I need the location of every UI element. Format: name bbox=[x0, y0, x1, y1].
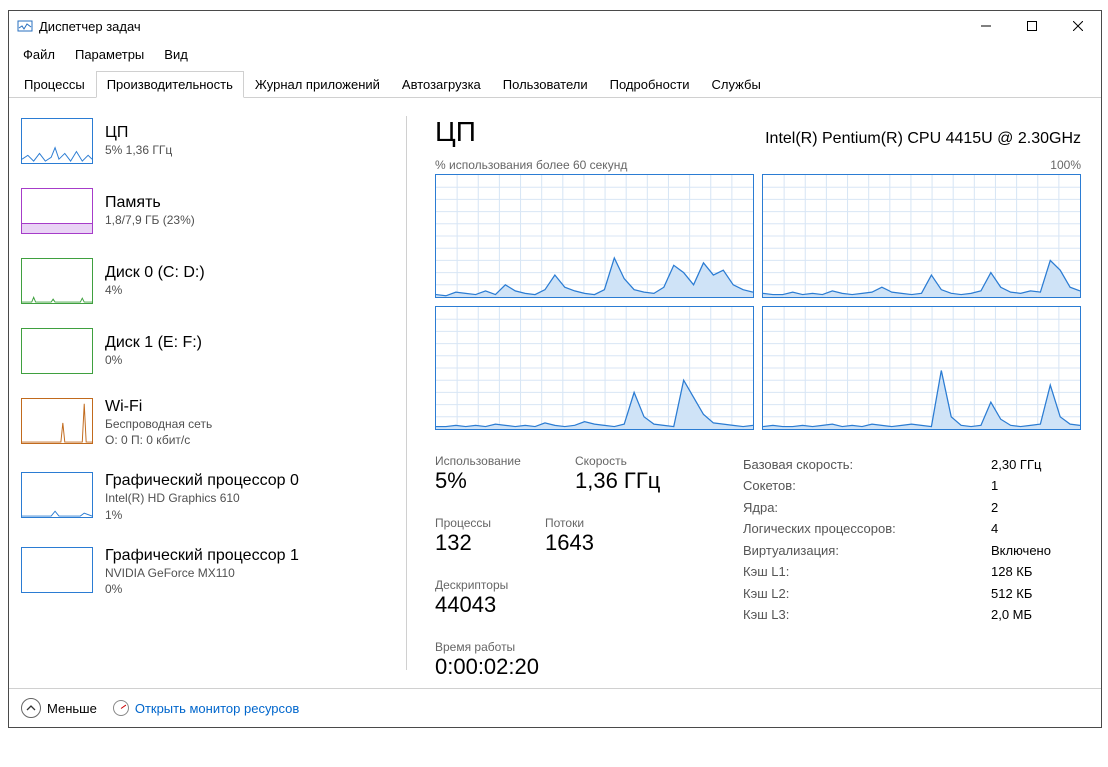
footer: Меньше Открыть монитор ресурсов bbox=[9, 688, 1101, 727]
open-resource-monitor-link[interactable]: Открыть монитор ресурсов bbox=[113, 700, 299, 716]
tab-processes[interactable]: Процессы bbox=[13, 71, 96, 98]
sidebar-item-sub: Беспроводная сеть О: 0 П: 0 кбит/с bbox=[105, 416, 212, 448]
sidebar-item-gpu1[interactable]: Графический процессор 1 NVIDIA GeForce M… bbox=[21, 545, 395, 599]
stat-value: 132 bbox=[435, 530, 505, 556]
content-area: ЦП 5% 1,36 ГГц Память 1,8/7,9 ГБ (23%) Д… bbox=[9, 98, 1101, 688]
tab-users[interactable]: Пользователи bbox=[492, 71, 599, 98]
stat-value: Включено bbox=[991, 540, 1081, 561]
app-icon bbox=[17, 18, 33, 34]
stat-value: 0:00:02:20 bbox=[435, 654, 695, 680]
sidebar-item-gpu0[interactable]: Графический процессор 0 Intel(R) HD Grap… bbox=[21, 470, 395, 524]
stat-label: Дескрипторы bbox=[435, 578, 535, 592]
minimize-button[interactable] bbox=[963, 11, 1009, 41]
stat-label: Потоки bbox=[545, 516, 615, 530]
sidebar-item-label: Графический процессор 1 bbox=[105, 547, 299, 565]
stat-value: 44043 bbox=[435, 592, 535, 618]
tab-performance[interactable]: Производительность bbox=[96, 71, 244, 98]
cpu-core-graph-1 bbox=[762, 174, 1081, 298]
sidebar-item-sub: 1,8/7,9 ГБ (23%) bbox=[105, 212, 195, 228]
chevron-up-icon bbox=[21, 698, 41, 718]
tab-services[interactable]: Службы bbox=[701, 71, 772, 98]
stat-label: Процессы bbox=[435, 516, 505, 530]
close-button[interactable] bbox=[1055, 11, 1101, 41]
stat-value: 1,36 ГГц bbox=[575, 468, 675, 494]
stat-label: Сокетов: bbox=[743, 475, 796, 496]
stat-value: 4 bbox=[991, 518, 1081, 539]
stat-label: Логических процессоров: bbox=[743, 518, 896, 539]
sidebar-item-sub: 4% bbox=[105, 282, 205, 298]
cpu-model-name: Intel(R) Pentium(R) CPU 4415U @ 2.30GHz bbox=[765, 130, 1081, 148]
cpu-core-graph-0 bbox=[435, 174, 754, 298]
window-title: Диспетчер задач bbox=[39, 19, 963, 34]
disk-thumb-icon bbox=[21, 328, 93, 374]
stat-label: Время работы bbox=[435, 640, 695, 654]
sidebar-item-sub: Intel(R) HD Graphics 610 1% bbox=[105, 490, 299, 522]
sidebar: ЦП 5% 1,36 ГГц Память 1,8/7,9 ГБ (23%) Д… bbox=[9, 98, 407, 688]
stat-value: 2,0 МБ bbox=[991, 604, 1081, 625]
graph-caption-left: % использования более 60 секунд bbox=[435, 158, 627, 172]
tab-details[interactable]: Подробности bbox=[599, 71, 701, 98]
sidebar-item-sub: NVIDIA GeForce MX110 0% bbox=[105, 565, 299, 597]
cpu-thumb-icon bbox=[21, 118, 93, 164]
stat-value: 2,30 ГГц bbox=[991, 454, 1081, 475]
cpu-graph-grid bbox=[435, 174, 1081, 430]
stat-label: Скорость bbox=[575, 454, 675, 468]
gpu-thumb-icon bbox=[21, 472, 93, 518]
sidebar-item-label: ЦП bbox=[105, 124, 172, 142]
stat-label: Виртуализация: bbox=[743, 540, 839, 561]
page-title: ЦП bbox=[435, 116, 476, 148]
cpu-core-graph-2 bbox=[435, 306, 754, 430]
stat-value: 1643 bbox=[545, 530, 615, 556]
wifi-thumb-icon bbox=[21, 398, 93, 444]
memory-thumb-icon bbox=[21, 188, 93, 234]
tab-apphistory[interactable]: Журнал приложений bbox=[244, 71, 391, 98]
sidebar-item-label: Wi-Fi bbox=[105, 398, 212, 416]
stat-label: Ядра: bbox=[743, 497, 778, 518]
task-manager-window: Диспетчер задач Файл Параметры Вид Проце… bbox=[8, 10, 1102, 728]
stat-value: 128 КБ bbox=[991, 561, 1081, 582]
tabstrip: Процессы Производительность Журнал прило… bbox=[9, 70, 1101, 98]
cpu-core-graph-3 bbox=[762, 306, 1081, 430]
sidebar-item-label: Диск 1 (E: F:) bbox=[105, 334, 202, 352]
stat-value: 5% bbox=[435, 468, 535, 494]
menu-file[interactable]: Файл bbox=[13, 43, 65, 66]
titlebar: Диспетчер задач bbox=[9, 11, 1101, 41]
sidebar-item-label: Память bbox=[105, 194, 195, 212]
stat-label: Базовая скорость: bbox=[743, 454, 853, 475]
stat-value: 1 bbox=[991, 475, 1081, 496]
stat-label: Кэш L2: bbox=[743, 583, 789, 604]
sidebar-item-label: Графический процессор 0 bbox=[105, 472, 299, 490]
stat-label: Кэш L3: bbox=[743, 604, 789, 625]
stat-label: Кэш L1: bbox=[743, 561, 789, 582]
sidebar-item-wifi[interactable]: Wi-Fi Беспроводная сеть О: 0 П: 0 кбит/с bbox=[21, 396, 395, 450]
resource-monitor-icon bbox=[113, 700, 129, 716]
gpu-thumb-icon bbox=[21, 547, 93, 593]
sidebar-item-disk1[interactable]: Диск 1 (E: F:) 0% bbox=[21, 326, 395, 376]
graph-caption-right: 100% bbox=[1050, 158, 1081, 172]
menu-options[interactable]: Параметры bbox=[65, 43, 154, 66]
stat-label: Использование bbox=[435, 454, 535, 468]
main-pane: ЦП Intel(R) Pentium(R) CPU 4415U @ 2.30G… bbox=[407, 98, 1101, 688]
stat-value: 2 bbox=[991, 497, 1081, 518]
sidebar-item-cpu[interactable]: ЦП 5% 1,36 ГГц bbox=[21, 116, 395, 166]
sidebar-item-memory[interactable]: Память 1,8/7,9 ГБ (23%) bbox=[21, 186, 395, 236]
tab-startup[interactable]: Автозагрузка bbox=[391, 71, 492, 98]
stat-value: 512 КБ bbox=[991, 583, 1081, 604]
stats-left-block: Использование5% Скорость1,36 ГГц Процесс… bbox=[435, 454, 695, 680]
menu-view[interactable]: Вид bbox=[154, 43, 198, 66]
menubar: Файл Параметры Вид bbox=[9, 41, 1101, 68]
maximize-button[interactable] bbox=[1009, 11, 1055, 41]
sidebar-item-label: Диск 0 (C: D:) bbox=[105, 264, 205, 282]
sidebar-item-disk0[interactable]: Диск 0 (C: D:) 4% bbox=[21, 256, 395, 306]
sidebar-item-sub: 5% 1,36 ГГц bbox=[105, 142, 172, 158]
disk-thumb-icon bbox=[21, 258, 93, 304]
fewer-details-button[interactable]: Меньше bbox=[21, 698, 97, 718]
sidebar-item-sub: 0% bbox=[105, 352, 202, 368]
stats-right-block: Базовая скорость: 2,30 ГГц Сокетов: 1 Ядра… bbox=[743, 454, 1081, 680]
